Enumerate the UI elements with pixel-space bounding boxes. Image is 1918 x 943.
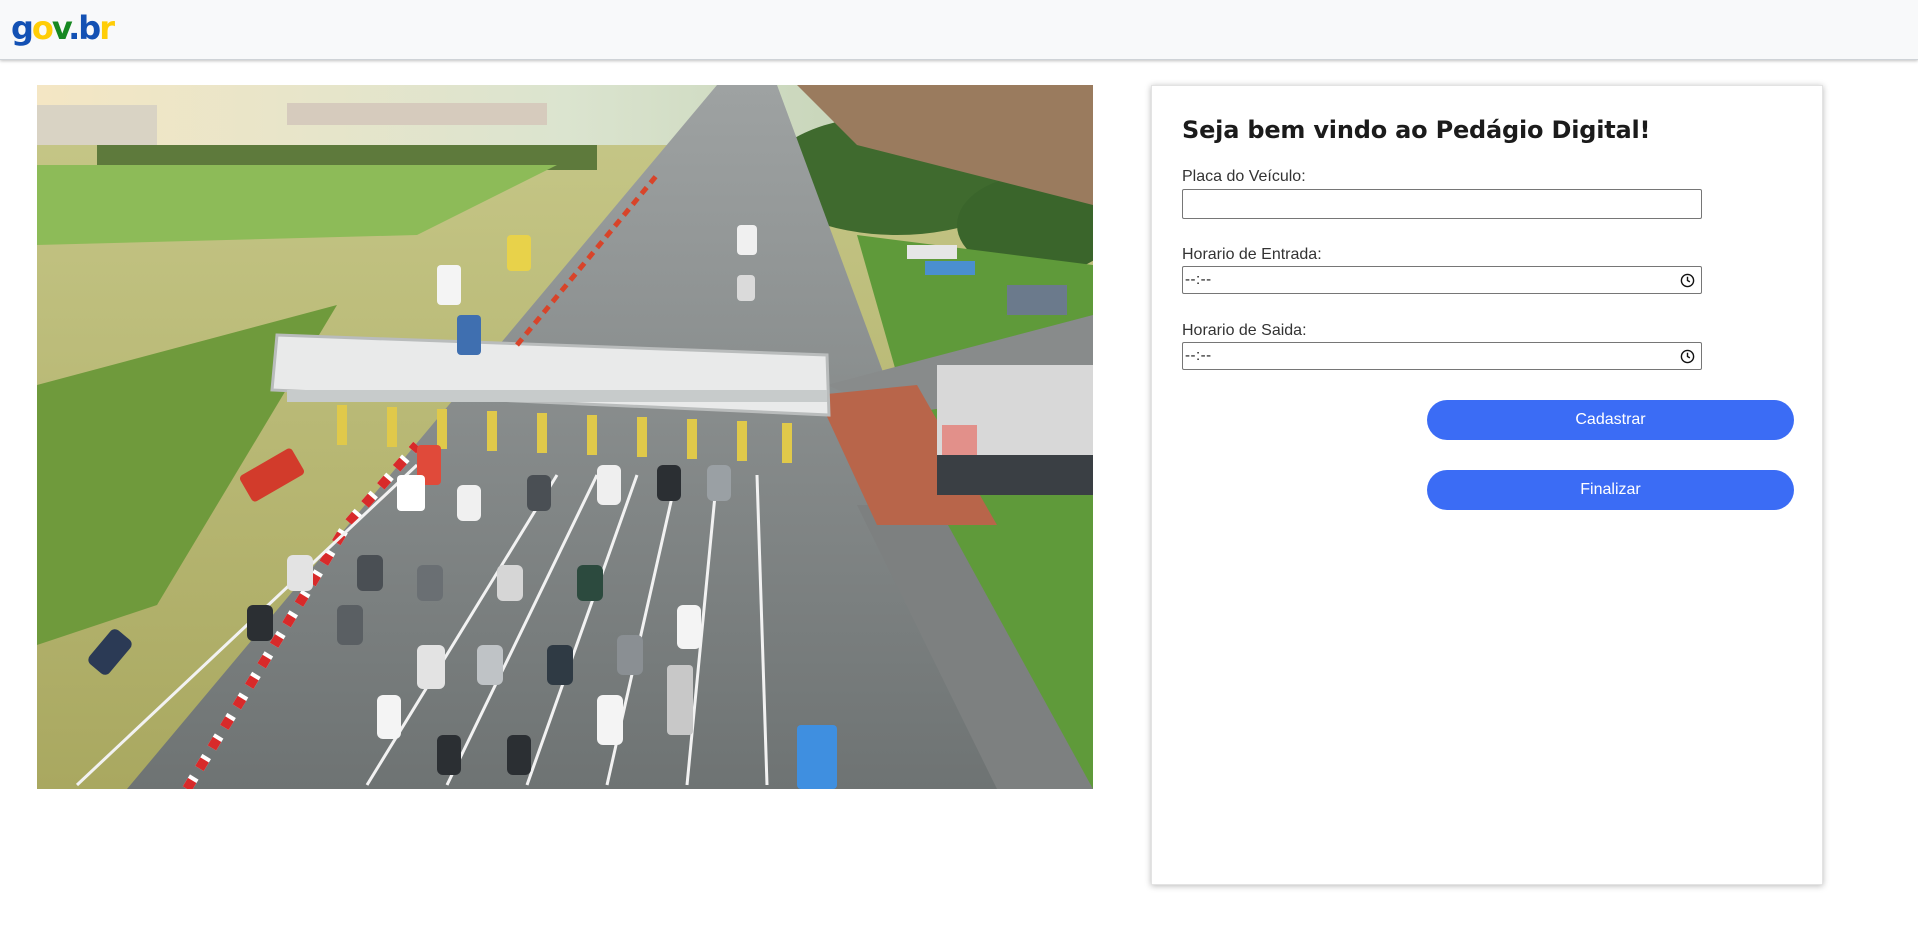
toll-form-card: Seja bem vindo ao Pedágio Digital! Placa… <box>1151 85 1823 885</box>
logo-letter-g: g <box>11 9 34 47</box>
clock-icon[interactable] <box>1680 349 1695 364</box>
plate-label: Placa do Veículo: <box>1182 168 1306 185</box>
entry-time-label: Horario de Entrada: <box>1182 246 1322 263</box>
top-header: gov.br <box>0 0 1918 60</box>
form-title: Seja bem vindo ao Pedágio Digital! <box>1182 116 1651 144</box>
exit-time-value: --:-- <box>1185 347 1212 364</box>
entry-time-input[interactable]: --:-- <box>1182 266 1702 294</box>
plate-input[interactable] <box>1182 189 1702 219</box>
exit-time-label: Horario de Saida: <box>1182 322 1307 339</box>
logo-letter-v: v <box>51 9 70 47</box>
logo-letter-b: b <box>78 9 101 47</box>
govbr-logo[interactable]: gov.br <box>11 8 115 48</box>
logo-letter-o: o <box>31 9 54 47</box>
finish-button[interactable]: Finalizar <box>1427 470 1794 510</box>
register-button[interactable]: Cadastrar <box>1427 400 1794 440</box>
entry-time-value: --:-- <box>1185 271 1212 288</box>
toll-plaza-photo <box>37 85 1093 789</box>
logo-letter-r: r <box>99 9 115 47</box>
exit-time-input[interactable]: --:-- <box>1182 342 1702 370</box>
toll-plaza-illustration <box>37 85 1093 789</box>
clock-icon[interactable] <box>1680 273 1695 288</box>
logo-dot: . <box>68 9 80 47</box>
